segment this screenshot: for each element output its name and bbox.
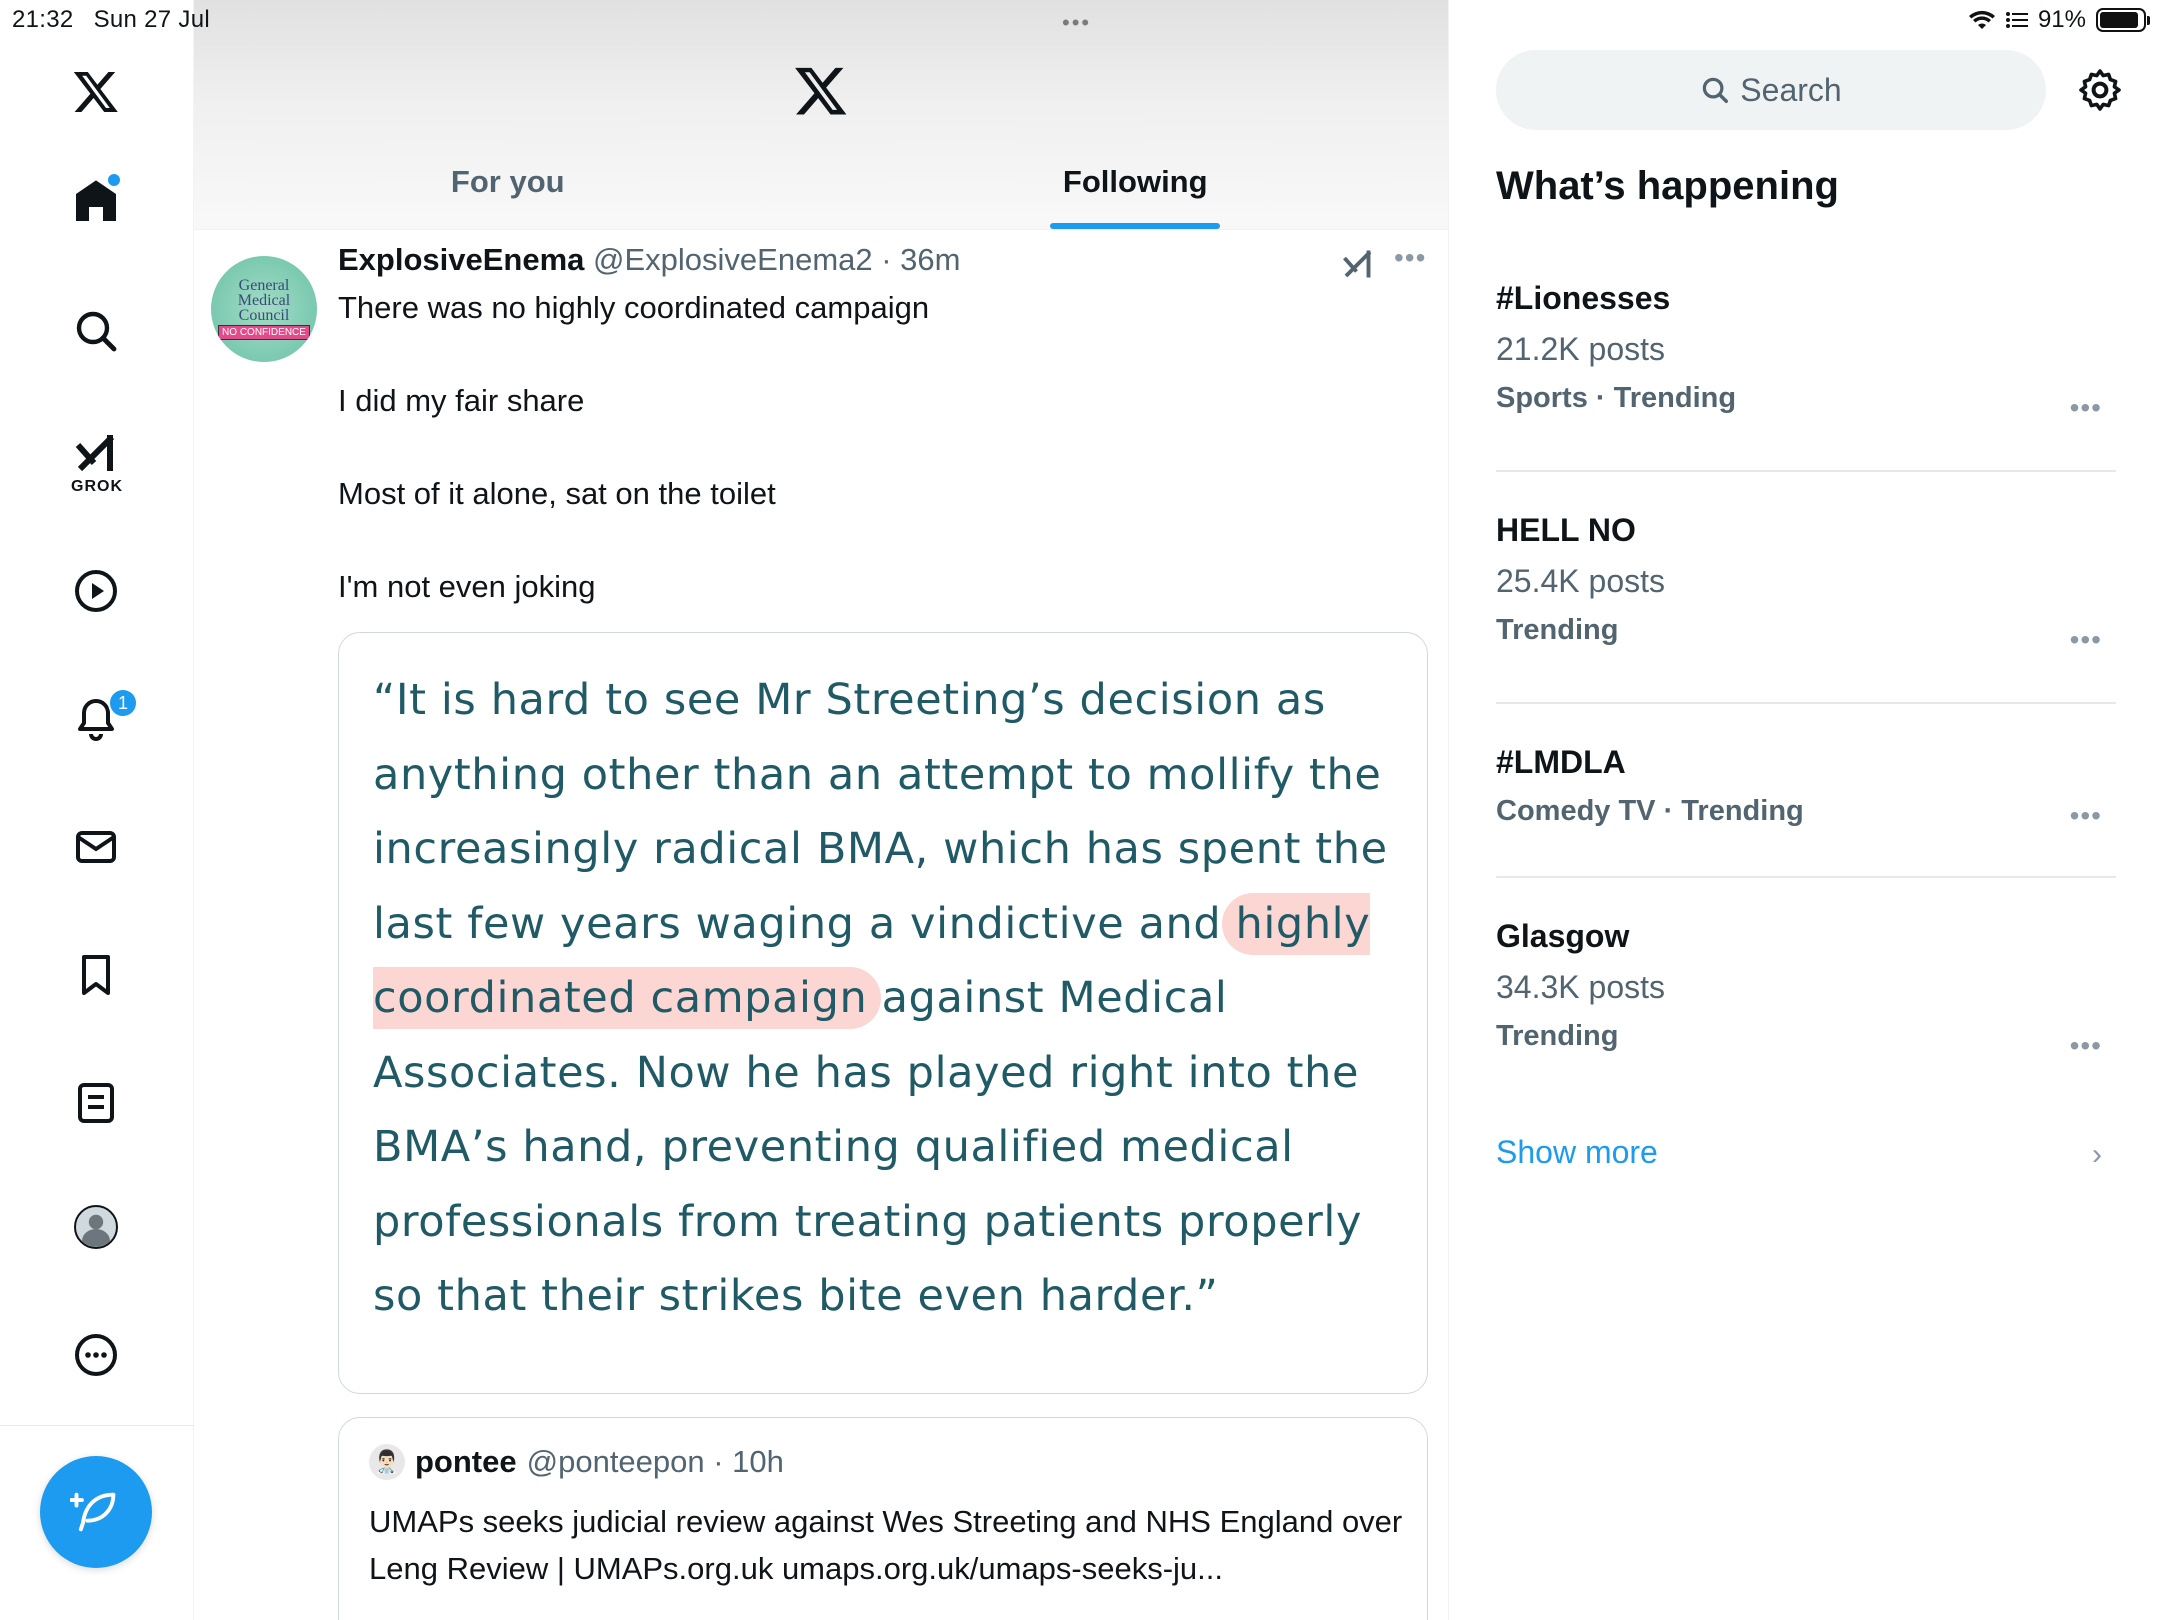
wifi-icon <box>1968 10 1995 29</box>
trend-more-icon[interactable]: ••• <box>2070 1030 2102 1062</box>
mail-icon[interactable] <box>65 816 127 878</box>
post-avatar[interactable]: General Medical Council NO CONFIDENCE <box>211 256 317 362</box>
x-logo-icon[interactable] <box>792 62 850 118</box>
compose-feather-icon <box>70 1492 116 1532</box>
trend-name: Glasgow <box>1496 918 1630 954</box>
tab-following[interactable]: Following <box>822 150 1449 229</box>
status-time: 21:32 <box>12 6 74 33</box>
post-text-line: I'm not even joking <box>338 569 596 604</box>
avatar-icon[interactable] <box>65 1196 127 1258</box>
bookmark-icon[interactable] <box>65 944 127 1006</box>
trend-category: Trending <box>1496 614 1619 646</box>
tab-label: Following <box>1062 164 1208 199</box>
right-sidebar: Search What’s happening #Lionesses 21.2K… <box>1450 0 2160 1620</box>
chevron-right-icon: › <box>2092 1138 2102 1171</box>
gear-icon[interactable] <box>2076 66 2124 114</box>
post-display-name[interactable]: ExplosiveEnema <box>338 242 584 277</box>
x-logo-icon[interactable] <box>65 60 127 122</box>
timeline-tabs: For you Following <box>194 150 1449 230</box>
quoted-post-header: 👨🏻‍⚕️ pontee @ponteepon · 10h <box>369 1444 784 1480</box>
trend-more-icon[interactable]: ••• <box>2070 392 2102 424</box>
post-body: There was no highly coordinated campaign… <box>338 292 1418 664</box>
trend-item[interactable]: Glasgow 34.3K posts Trending ••• <box>1496 918 2116 1061</box>
search-icon <box>1703 77 1729 103</box>
image-quote-text: “It is hard to see Mr Streeting’s decisi… <box>373 663 1413 1334</box>
compose-button[interactable] <box>40 1456 152 1568</box>
status-left: 21:32 Sun 27 Jul <box>12 6 210 34</box>
quoted-handle-time: @ponteepon · 10h <box>526 1444 784 1479</box>
list-icon[interactable] <box>65 1072 127 1134</box>
active-tab-indicator <box>1050 223 1221 229</box>
post-header: ExplosiveEnema @ExplosiveEnema2 · 36m <box>338 242 961 278</box>
trend-count: 25.4K posts <box>1496 563 1665 599</box>
trend-divider <box>1496 470 2116 472</box>
trend-more-icon[interactable]: ••• <box>2070 800 2102 832</box>
trend-item[interactable]: HELL NO 25.4K posts Trending ••• <box>1496 512 2116 655</box>
avatar-text-line: General <box>238 277 290 294</box>
trend-item[interactable]: #Lionesses 21.2K posts Sports · Trending… <box>1496 280 2116 423</box>
trend-category: Comedy TV · Trending <box>1496 795 1804 827</box>
search-icon[interactable] <box>65 300 127 362</box>
quoted-post-text: UMAPs seeks judicial review against Wes … <box>369 1504 1403 1586</box>
more-circle-icon[interactable] <box>65 1324 127 1386</box>
post-more-icon[interactable]: ••• <box>1394 242 1426 274</box>
post-text-line: I did my fair share <box>338 383 585 418</box>
multitask-dots[interactable]: ••• <box>1062 10 1091 36</box>
notifications-badge: 1 <box>108 688 138 718</box>
grok-label: GROK <box>71 478 123 495</box>
battery-icon <box>2096 8 2150 32</box>
avatar-text-line: Council <box>238 307 290 324</box>
grok-icon[interactable] <box>65 422 127 484</box>
focus-list-icon <box>2005 12 2028 28</box>
quoted-display-name: pontee <box>415 1444 517 1479</box>
search-placeholder: Search <box>1740 71 1842 108</box>
search-input[interactable]: Search <box>1496 50 2046 130</box>
trend-count: 21.2K posts <box>1496 331 1665 367</box>
grok-explain-icon[interactable] <box>1340 246 1376 282</box>
post-text-line: Most of it alone, sat on the toilet <box>338 476 776 511</box>
tab-label: For you <box>450 164 565 199</box>
post-text-line: There was no highly coordinated campaign <box>338 290 930 325</box>
status-bar: 21:32 Sun 27 Jul ••• 91% <box>0 0 2160 40</box>
rail-divider <box>0 1425 194 1426</box>
whats-happening-title: What’s happening <box>1496 164 1839 208</box>
tab-for-you[interactable]: For you <box>194 150 822 229</box>
avatar-text-line: Medical <box>237 292 291 309</box>
post-image[interactable]: “It is hard to see Mr Streeting’s decisi… <box>338 632 1428 1394</box>
trend-count: 34.3K posts <box>1496 969 1665 1005</box>
trend-name: #LMDLA <box>1496 744 1626 780</box>
status-date: Sun 27 Jul <box>93 6 210 33</box>
home-unread-dot <box>108 174 120 186</box>
post-handle-time[interactable]: @ExplosiveEnema2 · 36m <box>593 242 960 277</box>
trend-category: Trending <box>1496 1020 1619 1052</box>
left-nav-rail: GROK 1 <box>0 0 194 1620</box>
quoted-post[interactable]: 👨🏻‍⚕️ pontee @ponteepon · 10h UMAPs seek… <box>338 1417 1428 1620</box>
show-more-link[interactable]: Show more <box>1496 1134 1658 1171</box>
trend-more-icon[interactable]: ••• <box>2070 624 2102 656</box>
trend-item[interactable]: #LMDLA Comedy TV · Trending ••• <box>1496 744 2116 831</box>
trend-divider <box>1496 876 2116 878</box>
battery-percent: 91% <box>2037 6 2086 33</box>
trend-name: HELL NO <box>1496 512 1636 548</box>
quoted-avatar: 👨🏻‍⚕️ <box>369 1444 405 1480</box>
trend-name: #Lionesses <box>1496 280 1671 316</box>
play-icon[interactable] <box>65 560 127 622</box>
trend-category: Sports · Trending <box>1496 382 1737 414</box>
avatar-stamp: NO CONFIDENCE <box>218 325 310 340</box>
status-right: 91% <box>1968 6 2150 34</box>
main-timeline: For you Following General Medical Counci… <box>194 0 1449 1620</box>
trend-divider <box>1496 702 2116 704</box>
battery-fill <box>2100 12 2139 28</box>
